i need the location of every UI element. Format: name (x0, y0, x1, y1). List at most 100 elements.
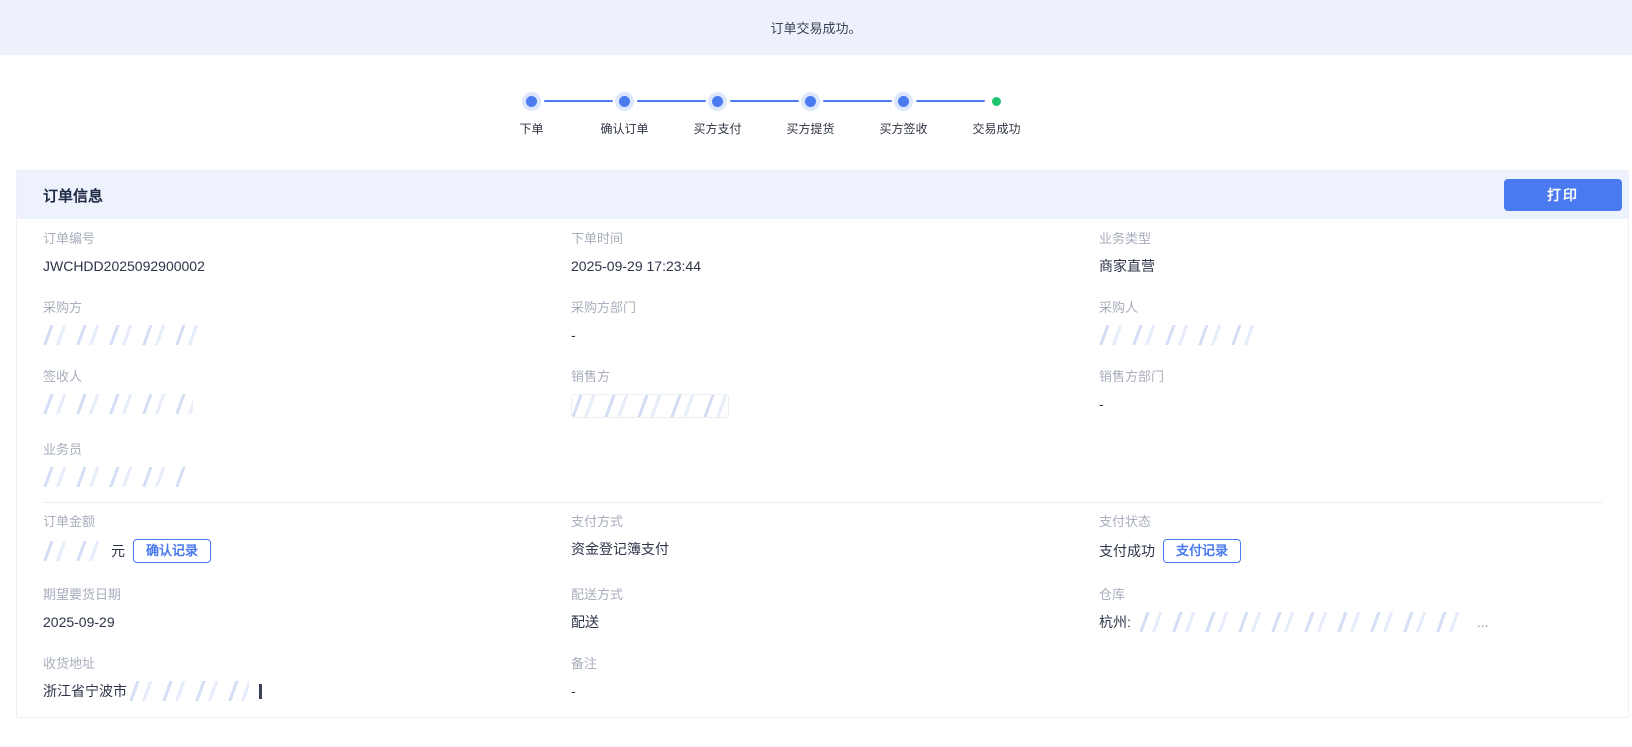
step-dot-icon (619, 96, 630, 107)
field-value: 杭州: ... (1099, 612, 1582, 632)
section-divider (43, 502, 1602, 503)
field-label: 配送方式 (571, 587, 1079, 602)
step-place-order: 下单 (485, 95, 578, 137)
field-row: 订单编号 JWCHDD2025092900002 下单时间 2025-09-29… (43, 221, 1602, 290)
field-order-time: 下单时间 2025-09-29 17:23:44 (571, 221, 1099, 290)
field-row: 收货地址 浙江省宁波市 备注 - (43, 646, 1602, 715)
redacted-value (1139, 612, 1469, 632)
field-remark: 备注 - (571, 646, 1099, 715)
field-label: 下单时间 (571, 231, 1079, 246)
step-label: 下单 (519, 120, 543, 137)
status-banner-message: 订单交易成功。 (770, 18, 861, 37)
field-label: 备注 (571, 656, 1079, 671)
redacted-value (129, 681, 249, 701)
field-label: 支付方式 (571, 514, 1079, 529)
field-label: 销售方部门 (1099, 369, 1582, 384)
field-order-no: 订单编号 JWCHDD2025092900002 (43, 221, 571, 290)
field-label: 采购方 (43, 300, 551, 315)
field-business-type: 业务类型 商家直营 (1099, 221, 1602, 290)
clipped-text-fragment (259, 684, 262, 699)
step-dot-icon (898, 96, 909, 107)
field-value: - (571, 681, 1079, 701)
step-dot-icon (712, 96, 723, 107)
field-payment-status: 支付状态 支付成功 支付记录 (1099, 504, 1602, 577)
step-dot-icon (526, 96, 537, 107)
redacted-amount (43, 541, 103, 561)
field-value: 浙江省宁波市 (43, 681, 551, 701)
field-purchaser: 采购方 (43, 290, 571, 359)
field-value (43, 394, 551, 414)
field-value (1099, 325, 1582, 345)
status-banner: 订单交易成功。 (0, 0, 1632, 55)
field-row: 订单金额 元 确认记录 支付方式 资金登记簿支付 支付状态 支付成功 支付记录 (43, 504, 1602, 577)
field-label: 业务员 (43, 442, 551, 457)
panel-title: 订单信息 (43, 185, 103, 206)
field-value: 商家直营 (1099, 256, 1582, 276)
step-buyer-pickup: 买方提货 (764, 95, 857, 137)
order-progress-stepper: 下单 确认订单 买方支付 买方提货 买方签收 交易成功 (0, 95, 1580, 137)
field-value: - (571, 325, 1079, 345)
field-seller: 销售方 (571, 359, 1099, 432)
field-value: 资金登记簿支付 (571, 539, 1079, 559)
redacted-value (1099, 325, 1259, 345)
field-label: 签收人 (43, 369, 551, 384)
order-info-panel-header: 订单信息 打印 (17, 171, 1628, 219)
step-label: 买方签收 (879, 120, 927, 137)
amount-unit: 元 (111, 541, 125, 561)
field-seller-dept: 销售方部门 - (1099, 359, 1602, 432)
field-warehouse: 仓库 杭州: ... (1099, 577, 1602, 646)
field-value (43, 325, 551, 345)
field-value: 支付成功 支付记录 (1099, 539, 1582, 563)
redacted-value (571, 394, 729, 418)
field-salesman: 业务员 (43, 432, 571, 501)
field-value: 2025-09-29 17:23:44 (571, 256, 1079, 276)
field-label: 销售方 (571, 369, 1079, 384)
field-label: 采购方部门 (571, 300, 1079, 315)
step-transaction-success: 交易成功 (950, 95, 1043, 137)
order-info-panel-body: 订单编号 JWCHDD2025092900002 下单时间 2025-09-29… (17, 219, 1628, 717)
field-payment-method: 支付方式 资金登记簿支付 (571, 504, 1099, 577)
field-value (571, 394, 1079, 418)
redacted-value (43, 325, 208, 345)
payment-status-text: 支付成功 (1099, 541, 1155, 561)
step-label: 交易成功 (972, 120, 1020, 137)
warehouse-prefix: 杭州: (1099, 612, 1131, 632)
step-buyer-sign: 买方签收 (857, 95, 950, 137)
step-buyer-payment: 买方支付 (671, 95, 764, 137)
field-signee: 签收人 (43, 359, 571, 432)
field-label: 订单编号 (43, 231, 551, 246)
warehouse-expand-ellipsis[interactable]: ... (1477, 612, 1489, 632)
confirm-record-button[interactable]: 确认记录 (133, 539, 211, 563)
print-button[interactable]: 打印 (1504, 179, 1622, 211)
order-detail-page: 订单交易成功。 下单 确认订单 买方支付 买方提货 买方签收 (0, 0, 1632, 747)
field-value: JWCHDD2025092900002 (43, 256, 551, 276)
field-row: 签收人 销售方 销售方部门 - (43, 359, 1602, 432)
field-label: 仓库 (1099, 587, 1582, 602)
field-label: 订单金额 (43, 514, 551, 529)
field-row: 采购方 采购方部门 - 采购人 (43, 290, 1602, 359)
step-label: 确认订单 (600, 120, 648, 137)
field-value: 元 确认记录 (43, 539, 551, 563)
field-row: 期望要货日期 2025-09-29 配送方式 配送 仓库 杭州: ... (43, 577, 1602, 646)
field-label: 收货地址 (43, 656, 551, 671)
field-value (43, 467, 551, 487)
field-value: 配送 (571, 612, 1079, 632)
field-row: 业务员 (43, 432, 1602, 501)
field-expected-date: 期望要货日期 2025-09-29 (43, 577, 571, 646)
payment-record-button[interactable]: 支付记录 (1163, 539, 1241, 563)
field-shipping-address: 收货地址 浙江省宁波市 (43, 646, 571, 715)
step-label: 买方支付 (693, 120, 741, 137)
field-purchaser-dept: 采购方部门 - (571, 290, 1099, 359)
order-info-panel: 订单信息 打印 订单编号 JWCHDD2025092900002 下单时间 20… (16, 170, 1629, 718)
redacted-value (43, 394, 193, 414)
field-label: 期望要货日期 (43, 587, 551, 602)
redacted-value (43, 467, 188, 487)
field-delivery-method: 配送方式 配送 (571, 577, 1099, 646)
step-dot-success-icon (992, 97, 1001, 106)
field-order-amount: 订单金额 元 确认记录 (43, 504, 571, 577)
field-label: 采购人 (1099, 300, 1582, 315)
field-label: 支付状态 (1099, 514, 1582, 529)
field-label: 业务类型 (1099, 231, 1582, 246)
address-prefix: 浙江省宁波市 (43, 681, 127, 701)
step-confirm-order: 确认订单 (578, 95, 671, 137)
